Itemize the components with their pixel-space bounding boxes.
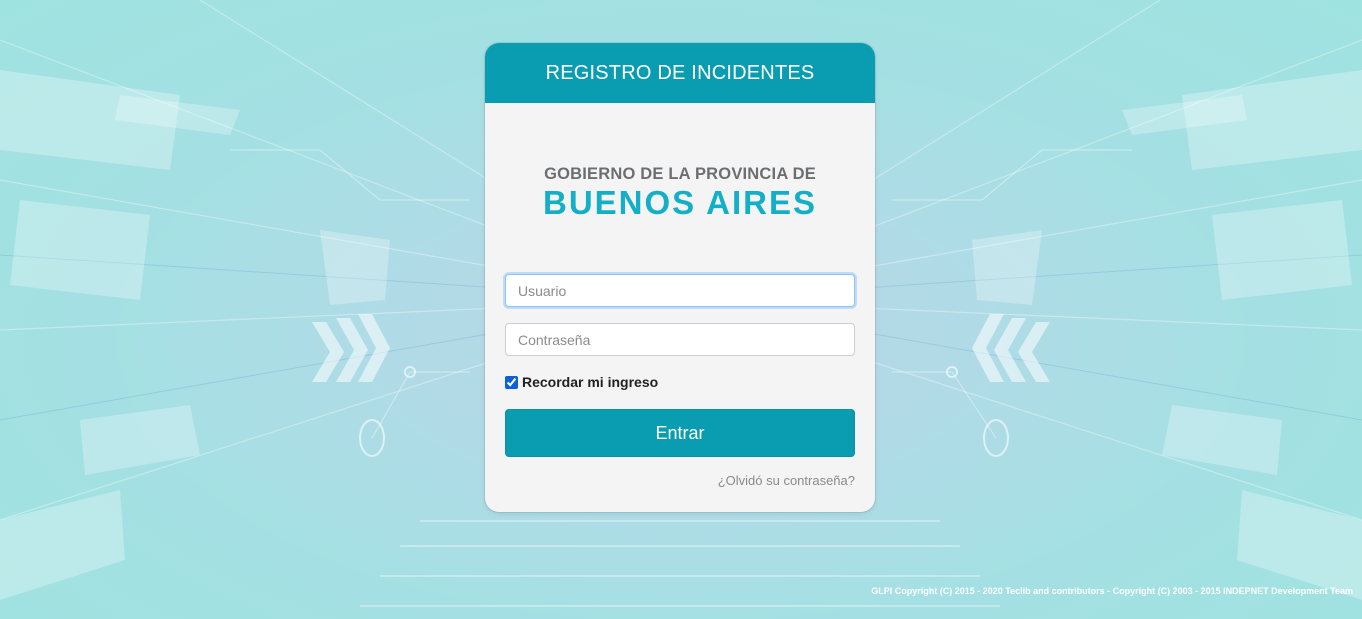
remember-me-label: Recordar mi ingreso <box>522 374 659 390</box>
page-title: REGISTRO DE INCIDENTES <box>545 62 815 84</box>
login-card: REGISTRO DE INCIDENTES GOBIERNO DE LA PR… <box>485 43 875 512</box>
copyright-footer: GLPI Copyright (C) 2015 - 2020 Teclib an… <box>871 586 1353 596</box>
login-button[interactable]: Entrar <box>505 409 855 457</box>
remember-me-checkbox[interactable] <box>505 375 518 389</box>
government-logo: GOBIERNO DE LA PROVINCIA DE BUENOS AIRES <box>485 165 875 222</box>
logo-line-1: GOBIERNO DE LA PROVINCIA DE <box>544 165 816 183</box>
card-header: REGISTRO DE INCIDENTES <box>485 43 875 103</box>
forgot-password-link[interactable]: ¿Olvidó su contraseña? <box>718 473 855 488</box>
password-field[interactable] <box>505 323 855 356</box>
logo-line-2: BUENOS AIRES <box>543 184 817 221</box>
remember-me[interactable]: Recordar mi ingreso <box>505 374 658 390</box>
username-field[interactable] <box>505 274 855 307</box>
